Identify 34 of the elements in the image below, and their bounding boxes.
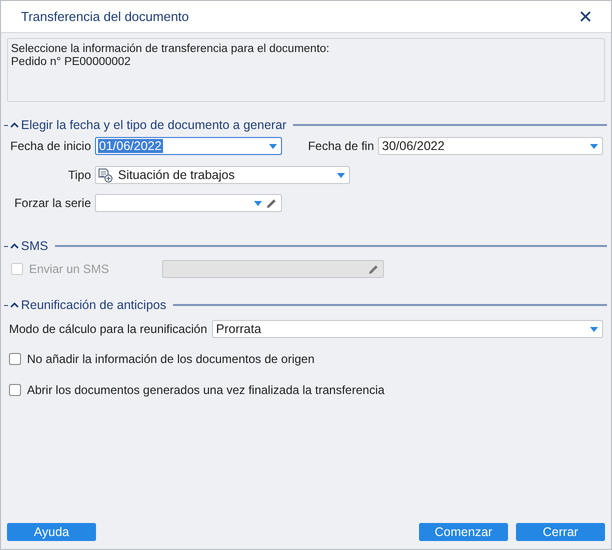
- pencil-icon[interactable]: [266, 198, 277, 208]
- checkbox-label: Enviar un SMS: [29, 262, 110, 276]
- date-field[interactable]: 01/06/2022: [95, 137, 282, 155]
- checkbox-label: No añadir la información de los documentos de origen: [27, 352, 315, 366]
- collapse-caret-icon[interactable]: [10, 243, 19, 249]
- close-icon[interactable]: [580, 11, 591, 22]
- help-button[interactable]: Ayuda: [7, 523, 96, 541]
- dropdown-arrow-icon[interactable]: [337, 172, 345, 178]
- field-label: Tipo: [67, 168, 92, 182]
- dropdown-arrow-icon[interactable]: [590, 144, 598, 148]
- dialog-button[interactable]: Cerrar: [516, 523, 605, 541]
- dialog-button[interactable]: Comenzar: [419, 523, 508, 541]
- dropdown-arrow-icon[interactable]: [590, 326, 598, 332]
- window-title: Transferencia del documento: [21, 9, 189, 24]
- date-field[interactable]: 30/06/2022: [378, 137, 603, 155]
- section-title: SMS: [21, 239, 48, 253]
- collapse-caret-icon[interactable]: [10, 122, 19, 128]
- field-label: Modo de cálculo para la reunificación: [8, 322, 208, 336]
- field-label: Fecha de inicio: [9, 139, 92, 153]
- type-dropdown[interactable]: Situación de trabajos: [95, 166, 350, 184]
- dropdown-arrow-icon[interactable]: [269, 144, 277, 148]
- section-title: Reunificación de anticipos: [21, 298, 166, 312]
- dropdown-arrow-icon[interactable]: [254, 200, 262, 206]
- field-label: Forzar la serie: [13, 196, 92, 210]
- section-title: Elegir la fecha y el tipo de documento a generar: [21, 118, 286, 132]
- document-add-icon: [98, 168, 113, 182]
- checkbox-label: Abrir los documentos generados una vez finalizada la transferencia: [27, 383, 385, 397]
- info-text: Pedido n° PE00000002: [11, 56, 132, 69]
- info-text: Seleccione la información de transferencia para el documento:: [11, 43, 330, 56]
- collapse-caret-icon[interactable]: [10, 302, 19, 308]
- checkbox[interactable]: [9, 384, 21, 396]
- calc-mode-dropdown[interactable]: Prorrata: [212, 320, 603, 338]
- checkbox[interactable]: [9, 353, 21, 365]
- field-label: Fecha de fin: [306, 139, 375, 153]
